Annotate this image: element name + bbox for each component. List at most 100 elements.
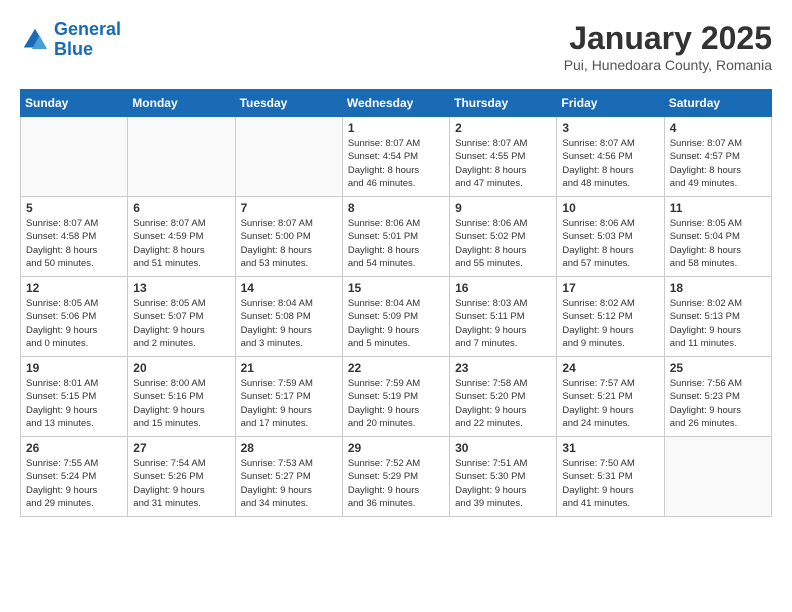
day-number: 28 [241, 441, 337, 455]
day-info: Sunrise: 8:02 AM Sunset: 5:12 PM Dayligh… [562, 297, 658, 350]
location-subtitle: Pui, Hunedoara County, Romania [564, 57, 772, 73]
day-number: 6 [133, 201, 229, 215]
day-info: Sunrise: 8:04 AM Sunset: 5:09 PM Dayligh… [348, 297, 444, 350]
weekday-header-saturday: Saturday [664, 90, 771, 117]
day-info: Sunrise: 8:07 AM Sunset: 4:56 PM Dayligh… [562, 137, 658, 190]
day-info: Sunrise: 8:07 AM Sunset: 4:54 PM Dayligh… [348, 137, 444, 190]
day-info: Sunrise: 7:59 AM Sunset: 5:17 PM Dayligh… [241, 377, 337, 430]
calendar-cell: 19Sunrise: 8:01 AM Sunset: 5:15 PM Dayli… [21, 357, 128, 437]
day-info: Sunrise: 8:03 AM Sunset: 5:11 PM Dayligh… [455, 297, 551, 350]
day-info: Sunrise: 8:02 AM Sunset: 5:13 PM Dayligh… [670, 297, 766, 350]
calendar-cell: 13 Sunrise: 8:05 AM Sunset: 5:07 PM Dayli… [128, 277, 235, 357]
calendar-cell: 16 Sunrise: 8:03 AM Sunset: 5:11 PM Dayli… [450, 277, 557, 357]
calendar-cell [128, 117, 235, 197]
calendar-cell [664, 437, 771, 517]
logo-text: General Blue [54, 20, 121, 60]
day-number: 5 [26, 201, 122, 215]
day-info: Sunrise: 8:01 AM Sunset: 5:15 PM Dayligh… [26, 377, 122, 430]
day-number: 27 [133, 441, 229, 455]
day-info: Sunrise: 8:07 AM Sunset: 4:59 PM Dayligh… [133, 217, 229, 270]
calendar-cell: 24 Sunrise: 7:57 AM Sunset: 5:21 PM Dayli… [557, 357, 664, 437]
day-info: Sunrise: 7:55 AM Sunset: 5:24 PM Dayligh… [26, 457, 122, 510]
calendar-cell [21, 117, 128, 197]
day-number: 14 [241, 281, 337, 295]
day-number: 22 [348, 361, 444, 375]
calendar-cell: 29Sunrise: 7:52 AM Sunset: 5:29 PM Dayli… [342, 437, 449, 517]
day-info: Sunrise: 8:00 AM Sunset: 5:16 PM Dayligh… [133, 377, 229, 430]
day-info: Sunrise: 7:50 AM Sunset: 5:31 PM Dayligh… [562, 457, 658, 510]
day-number: 31 [562, 441, 658, 455]
day-number: 30 [455, 441, 551, 455]
day-number: 18 [670, 281, 766, 295]
calendar-week-5: 26 Sunrise: 7:55 AM Sunset: 5:24 PM Dayli… [21, 437, 772, 517]
day-number: 7 [241, 201, 337, 215]
day-number: 23 [455, 361, 551, 375]
day-number: 13 [133, 281, 229, 295]
day-info: Sunrise: 7:51 AM Sunset: 5:30 PM Dayligh… [455, 457, 551, 510]
calendar-table: SundayMondayTuesdayWednesdayThursdayFrid… [20, 89, 772, 517]
day-info: Sunrise: 8:07 AM Sunset: 4:57 PM Dayligh… [670, 137, 766, 190]
weekday-header-monday: Monday [128, 90, 235, 117]
day-number: 26 [26, 441, 122, 455]
calendar-cell: 23Sunrise: 7:58 AM Sunset: 5:20 PM Dayli… [450, 357, 557, 437]
month-title: January 2025 [564, 20, 772, 57]
day-info: Sunrise: 7:57 AM Sunset: 5:21 PM Dayligh… [562, 377, 658, 430]
day-info: Sunrise: 8:06 AM Sunset: 5:01 PM Dayligh… [348, 217, 444, 270]
weekday-header-thursday: Thursday [450, 90, 557, 117]
day-info: Sunrise: 7:54 AM Sunset: 5:26 PM Dayligh… [133, 457, 229, 510]
calendar-week-4: 19Sunrise: 8:01 AM Sunset: 5:15 PM Dayli… [21, 357, 772, 437]
day-number: 11 [670, 201, 766, 215]
calendar-cell: 27 Sunrise: 7:54 AM Sunset: 5:26 PM Dayli… [128, 437, 235, 517]
calendar-cell: 12Sunrise: 8:05 AM Sunset: 5:06 PM Dayli… [21, 277, 128, 357]
day-number: 8 [348, 201, 444, 215]
weekday-header-friday: Friday [557, 90, 664, 117]
weekday-header-wednesday: Wednesday [342, 90, 449, 117]
day-number: 9 [455, 201, 551, 215]
calendar-cell: 7 Sunrise: 8:07 AM Sunset: 5:00 PM Daylig… [235, 197, 342, 277]
calendar-cell: 6 Sunrise: 8:07 AM Sunset: 4:59 PM Daylig… [128, 197, 235, 277]
day-number: 2 [455, 121, 551, 135]
calendar-week-1: 1 Sunrise: 8:07 AM Sunset: 4:54 PM Daylig… [21, 117, 772, 197]
day-number: 25 [670, 361, 766, 375]
day-number: 12 [26, 281, 122, 295]
day-number: 15 [348, 281, 444, 295]
day-info: Sunrise: 8:06 AM Sunset: 5:02 PM Dayligh… [455, 217, 551, 270]
calendar-week-2: 5 Sunrise: 8:07 AM Sunset: 4:58 PM Daylig… [21, 197, 772, 277]
calendar-cell: 15 Sunrise: 8:04 AM Sunset: 5:09 PM Dayli… [342, 277, 449, 357]
calendar-cell [235, 117, 342, 197]
logo-icon [20, 25, 50, 55]
day-info: Sunrise: 8:05 AM Sunset: 5:04 PM Dayligh… [670, 217, 766, 270]
day-number: 4 [670, 121, 766, 135]
logo: General Blue [20, 20, 121, 60]
day-info: Sunrise: 7:56 AM Sunset: 5:23 PM Dayligh… [670, 377, 766, 430]
day-info: Sunrise: 7:53 AM Sunset: 5:27 PM Dayligh… [241, 457, 337, 510]
calendar-cell: 4 Sunrise: 8:07 AM Sunset: 4:57 PM Daylig… [664, 117, 771, 197]
calendar-cell: 3 Sunrise: 8:07 AM Sunset: 4:56 PM Daylig… [557, 117, 664, 197]
day-number: 1 [348, 121, 444, 135]
calendar-cell: 25 Sunrise: 7:56 AM Sunset: 5:23 PM Dayli… [664, 357, 771, 437]
calendar-cell: 5 Sunrise: 8:07 AM Sunset: 4:58 PM Daylig… [21, 197, 128, 277]
day-info: Sunrise: 8:05 AM Sunset: 5:07 PM Dayligh… [133, 297, 229, 350]
calendar-cell: 18 Sunrise: 8:02 AM Sunset: 5:13 PM Dayli… [664, 277, 771, 357]
calendar-cell: 30 Sunrise: 7:51 AM Sunset: 5:30 PM Dayli… [450, 437, 557, 517]
day-number: 20 [133, 361, 229, 375]
day-number: 3 [562, 121, 658, 135]
day-number: 16 [455, 281, 551, 295]
weekday-header-sunday: Sunday [21, 90, 128, 117]
calendar-cell: 21Sunrise: 7:59 AM Sunset: 5:17 PM Dayli… [235, 357, 342, 437]
calendar-week-3: 12Sunrise: 8:05 AM Sunset: 5:06 PM Dayli… [21, 277, 772, 357]
day-info: Sunrise: 7:52 AM Sunset: 5:29 PM Dayligh… [348, 457, 444, 510]
calendar-cell: 26 Sunrise: 7:55 AM Sunset: 5:24 PM Dayli… [21, 437, 128, 517]
day-number: 10 [562, 201, 658, 215]
calendar-cell: 8 Sunrise: 8:06 AM Sunset: 5:01 PM Daylig… [342, 197, 449, 277]
day-info: Sunrise: 8:07 AM Sunset: 4:58 PM Dayligh… [26, 217, 122, 270]
day-info: Sunrise: 8:07 AM Sunset: 5:00 PM Dayligh… [241, 217, 337, 270]
day-info: Sunrise: 8:04 AM Sunset: 5:08 PM Dayligh… [241, 297, 337, 350]
calendar-cell: 28 Sunrise: 7:53 AM Sunset: 5:27 PM Dayli… [235, 437, 342, 517]
day-info: Sunrise: 8:07 AM Sunset: 4:55 PM Dayligh… [455, 137, 551, 190]
weekday-header-tuesday: Tuesday [235, 90, 342, 117]
day-number: 24 [562, 361, 658, 375]
calendar-cell: 31 Sunrise: 7:50 AM Sunset: 5:31 PM Dayli… [557, 437, 664, 517]
weekday-header-row: SundayMondayTuesdayWednesdayThursdayFrid… [21, 90, 772, 117]
calendar-cell: 1 Sunrise: 8:07 AM Sunset: 4:54 PM Daylig… [342, 117, 449, 197]
